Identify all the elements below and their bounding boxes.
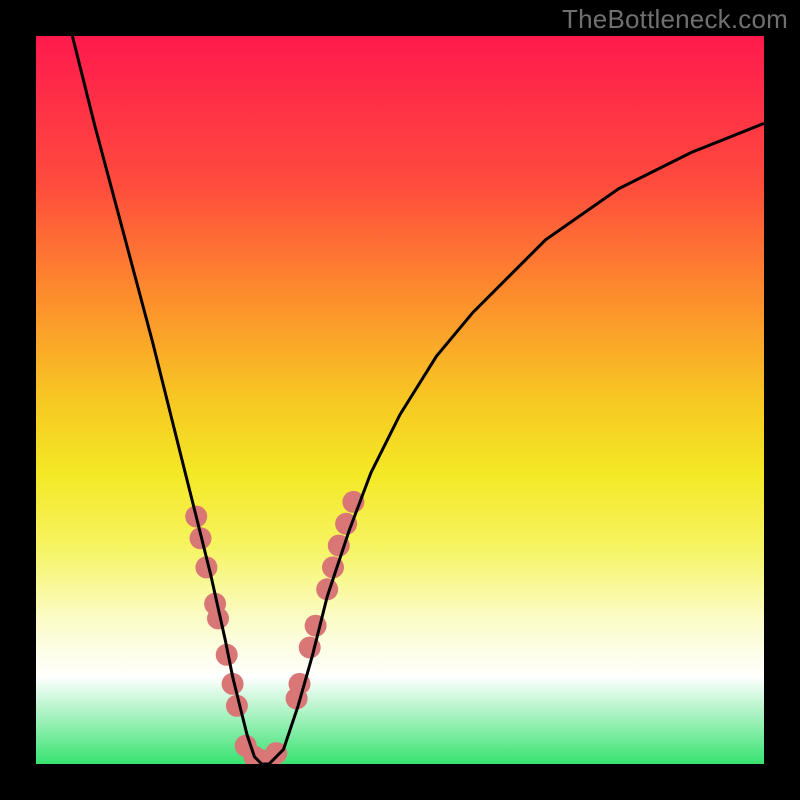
plot-area (36, 36, 764, 764)
chart-frame: TheBottleneck.com (0, 0, 800, 800)
watermark-text: TheBottleneck.com (562, 4, 788, 35)
highlight-dots (185, 491, 364, 764)
curve-layer (36, 36, 764, 764)
bottleneck-curve (72, 36, 764, 764)
